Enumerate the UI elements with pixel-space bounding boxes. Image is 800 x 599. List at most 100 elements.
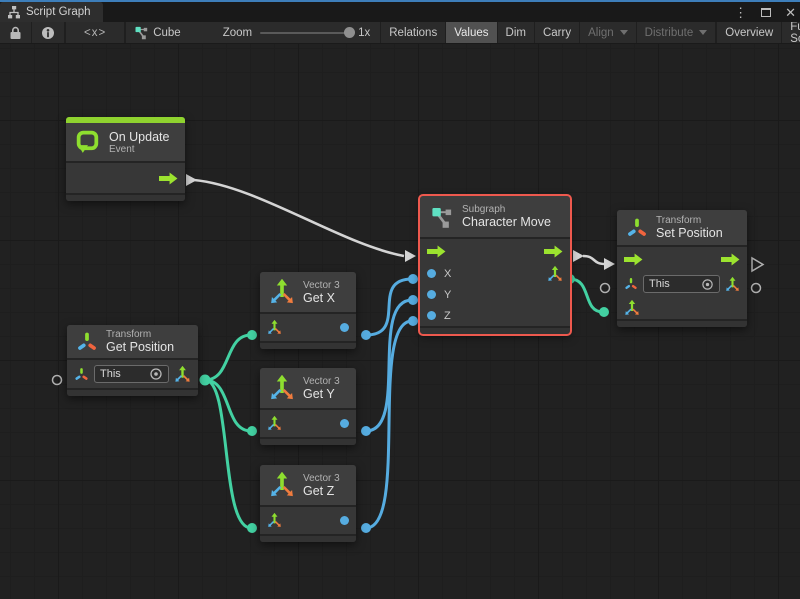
node-get-y[interactable]: Vector 3 Get Y (260, 368, 356, 445)
wire-getx-to-x[interactable] (366, 279, 412, 335)
graph-canvas[interactable]: On Update Event Transform Get Position (0, 44, 800, 599)
node-title: Get Position (106, 340, 174, 354)
node-type-label: Subgraph (462, 204, 551, 215)
maximize-button[interactable] (761, 8, 771, 17)
wire-endpoint (361, 330, 371, 340)
node-subtitle: Event (109, 144, 169, 155)
node-get-position[interactable]: Transform Get Position This (67, 325, 198, 396)
tab-bar: Script Graph ⋮ ✕ (0, 2, 800, 22)
subgraph-icon (430, 205, 454, 229)
wire-endpoint (408, 274, 418, 284)
graph-icon (134, 25, 149, 40)
info-icon (41, 26, 55, 40)
transform-input-port[interactable] (74, 367, 89, 382)
lock-button[interactable] (0, 22, 32, 43)
this-object-field[interactable]: This (643, 275, 720, 293)
this-object-field[interactable]: This (94, 365, 169, 383)
close-button[interactable]: ✕ (785, 6, 796, 19)
input-port-y[interactable] (427, 290, 436, 299)
wire-getposition-to-gety[interactable] (205, 380, 251, 431)
vector3-output-port[interactable] (174, 366, 191, 383)
input-port-z[interactable] (427, 311, 436, 320)
zoom-label: Zoom (223, 27, 252, 39)
vector3-input-port[interactable] (624, 300, 640, 316)
node-type-label: Vector 3 (303, 376, 340, 387)
wire-endpoint (361, 523, 371, 533)
vector3-icon (269, 472, 295, 498)
node-footer (617, 319, 747, 327)
flow-input-port[interactable] (427, 245, 446, 258)
vector3-icon (269, 279, 295, 305)
vector3-output-port[interactable] (725, 277, 740, 292)
input-port-x[interactable] (427, 269, 436, 278)
graph-toolbar: <x> Cube Zoom 1x Relations Values Dim Ca… (0, 22, 800, 44)
node-on-update[interactable]: On Update Event (66, 117, 185, 201)
zoom-value: 1x (358, 27, 370, 39)
toolbar-button-relations[interactable]: Relations (381, 22, 446, 43)
port-label-z: Z (444, 310, 451, 322)
node-get-z[interactable]: Vector 3 Get Z (260, 465, 356, 542)
lock-icon (9, 26, 22, 40)
flow-input-port[interactable] (624, 253, 643, 266)
toolbar-button-fullscreen[interactable]: Full Screen (782, 22, 800, 43)
float-output-port[interactable] (340, 419, 349, 428)
zoom-slider[interactable] (260, 32, 350, 34)
node-title: Set Position (656, 226, 723, 240)
chevron-down-icon (699, 30, 707, 35)
wire-arrowhead (186, 174, 197, 186)
transform-icon (76, 331, 98, 353)
unconnected-port-getposition-this[interactable] (53, 376, 62, 385)
node-type-label: Vector 3 (303, 280, 340, 291)
toolbar-button-values[interactable]: Values (446, 22, 497, 43)
object-picker-icon[interactable] (149, 367, 163, 381)
wire-endpoint (247, 523, 257, 533)
wire-onupdate-to-charactermove[interactable] (194, 180, 404, 256)
wire-arrowhead (604, 258, 615, 270)
node-footer (420, 326, 570, 334)
toolbar-button-overview[interactable]: Overview (716, 22, 782, 43)
code-view-button[interactable]: <x> (66, 22, 125, 43)
port-label-x: X (444, 268, 451, 280)
transform-icon (626, 217, 648, 239)
zoom-slider-handle[interactable] (344, 27, 355, 38)
port-label-y: Y (444, 289, 451, 301)
toolbar-button-carry[interactable]: Carry (535, 22, 580, 43)
wire-charactermove-to-setposition-value[interactable] (570, 279, 603, 312)
toolbar-button-distribute[interactable]: Distribute (637, 22, 717, 43)
node-footer (260, 341, 356, 349)
node-set-position[interactable]: Transform Set Position This (617, 210, 747, 327)
node-character-move[interactable]: Subgraph Character Move X (420, 196, 570, 334)
vector3-input-port[interactable] (267, 320, 282, 335)
tab-script-graph[interactable]: Script Graph (0, 2, 103, 22)
wire-charactermove-to-setposition[interactable] (583, 256, 605, 264)
node-title: Character Move (462, 215, 551, 229)
vector3-input-port[interactable] (267, 416, 282, 431)
toolbar-button-dim[interactable]: Dim (498, 22, 535, 43)
unconnected-port-setposition-this[interactable] (601, 284, 610, 293)
node-type-label: Vector 3 (303, 473, 340, 484)
vector3-output-port[interactable] (547, 266, 563, 282)
flow-output-port[interactable] (159, 172, 178, 185)
graph-breadcrumb[interactable]: Cube (126, 22, 189, 43)
flow-output-port[interactable] (721, 253, 740, 266)
script-graph-window: Script Graph ⋮ ✕ <x> Cube Zoom 1x (0, 0, 800, 599)
node-title: Get Z (303, 484, 340, 498)
node-type-label: Transform (106, 329, 174, 340)
transform-input-port[interactable] (624, 277, 638, 291)
inspect-button[interactable] (32, 22, 65, 43)
wire-getposition-to-getx[interactable] (205, 335, 251, 380)
window-menu-button[interactable]: ⋮ (734, 6, 747, 19)
node-get-x[interactable]: Vector 3 Get X (260, 272, 356, 349)
float-output-port[interactable] (340, 516, 349, 525)
wire-endpoint (408, 316, 418, 326)
vector3-input-port[interactable] (267, 513, 282, 528)
object-picker-icon[interactable] (701, 278, 714, 291)
flow-output-port[interactable] (544, 245, 563, 258)
graph-name: Cube (153, 27, 181, 39)
unconnected-port-setposition-flow-out[interactable] (752, 258, 763, 271)
float-output-port[interactable] (340, 323, 349, 332)
wire-endpoint (200, 375, 211, 386)
tab-label: Script Graph (26, 6, 91, 18)
toolbar-button-align[interactable]: Align (580, 22, 637, 43)
unconnected-port-setposition-value-out[interactable] (752, 284, 761, 293)
